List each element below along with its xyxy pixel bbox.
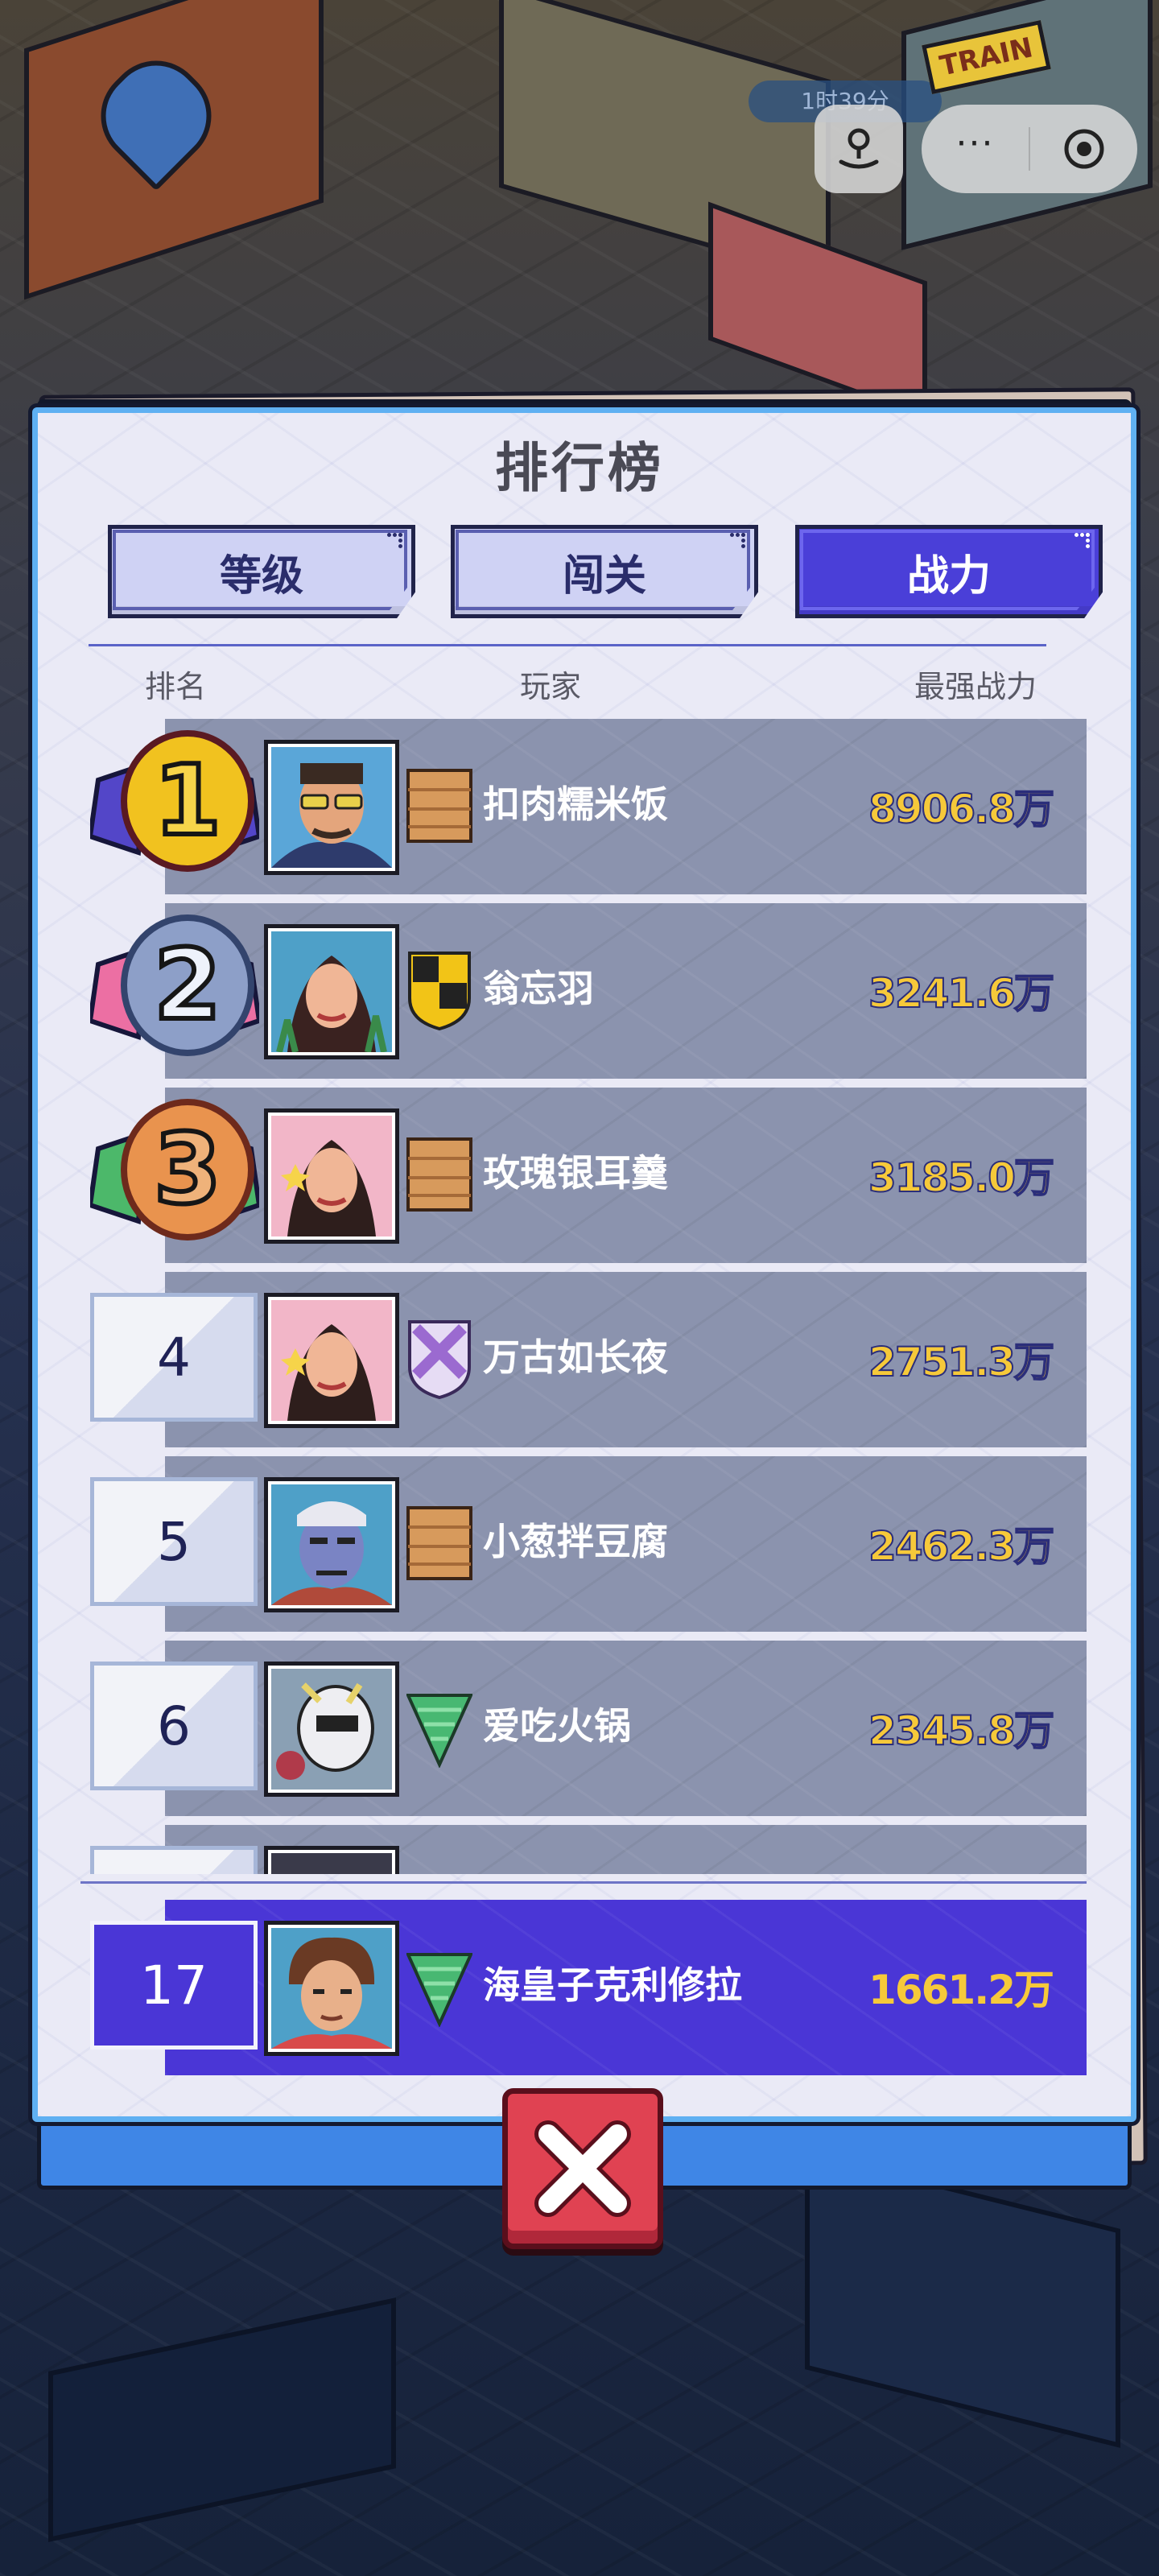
bronze-medal-icon: 3: [90, 1094, 259, 1255]
close-icon: [534, 2120, 631, 2217]
power-value: 8906.8万: [868, 785, 1055, 833]
mini-program-capsule: ···: [922, 105, 1137, 193]
player-avatar[interactable]: [264, 924, 399, 1059]
scarred-man-avatar: [271, 1484, 392, 1605]
robot-head-avatar: [271, 1669, 392, 1790]
curly-hair-man-avatar: [271, 1928, 392, 2049]
player-avatar[interactable]: [264, 740, 399, 875]
wood-plank-icon: [406, 1137, 472, 1212]
power-value: 2462.3万: [868, 1522, 1055, 1571]
tab-label: 战力: [906, 551, 991, 601]
column-header-rank: 排名: [145, 669, 207, 704]
my-power-value: 1661.2万: [868, 1967, 1054, 2013]
rank-number: 4: [90, 1293, 258, 1422]
my-avatar[interactable]: [264, 1921, 399, 2056]
green-triangle-icon: [406, 1694, 472, 1768]
rank-number: 6: [90, 1662, 258, 1790]
more-dots-icon: ···: [955, 123, 995, 164]
tab-label: 闯关: [562, 551, 646, 601]
green-triangle-icon: [406, 1953, 472, 2027]
tab-divider: [89, 644, 1046, 646]
power-value: 2751.3万: [868, 1338, 1055, 1386]
purple-cross-shield-icon: [408, 1320, 471, 1399]
column-header-power: 最强战力: [914, 669, 1037, 704]
tab-label: 等级: [219, 551, 303, 601]
tab-power[interactable]: 战力: [795, 525, 1103, 618]
my-rank-divider: [80, 1881, 1087, 1884]
page-title: 排行榜: [495, 437, 664, 499]
power-value: 3241.6万: [868, 969, 1055, 1018]
player-name: 万古如长夜: [483, 1335, 668, 1379]
column-header-player: 玩家: [520, 669, 582, 704]
leaderboard-row[interactable]: 6 爱吃火锅 2345.8万: [80, 1641, 1087, 1816]
joystick-button[interactable]: [815, 105, 903, 193]
woman-star-avatar: [271, 1300, 392, 1421]
rank-number: 3: [151, 1112, 223, 1228]
rank-box-partial: [90, 1846, 258, 1874]
player-avatar[interactable]: [264, 1477, 399, 1612]
wood-plank-icon: [406, 769, 472, 843]
wood-plank-icon: [406, 1506, 472, 1580]
my-rank-row[interactable]: 17 海皇子克利修拉 1661.2万: [80, 1900, 1087, 2075]
power-value: 2345.8万: [868, 1707, 1055, 1755]
silver-medal-icon: 2: [90, 910, 259, 1071]
player-name: 扣肉糯米饭: [483, 782, 668, 826]
leaderboard-row[interactable]: 2 翁忘羽 3241.6万: [80, 903, 1087, 1079]
close-program-button[interactable]: [1030, 105, 1137, 193]
close-button[interactable]: [502, 2088, 663, 2249]
building-block: [805, 2150, 1120, 2448]
leaderboard-row[interactable]: 4 万古如长夜 2751.3万: [80, 1272, 1087, 1447]
tab-level[interactable]: 等级: [108, 525, 415, 618]
gold-medal-icon: 1: [90, 725, 259, 886]
rank-number: 2: [151, 927, 223, 1044]
leaderboard-row[interactable]: 5 小葱拌豆腐 2462.3万: [80, 1456, 1087, 1632]
player-avatar[interactable]: [264, 1293, 399, 1428]
more-button[interactable]: ···: [922, 105, 1029, 193]
power-value: 3185.0万: [868, 1154, 1055, 1202]
joystick-icon: [839, 128, 879, 169]
ranking-list[interactable]: 1 扣肉糯米饭 8906.8万 2 翁忘羽 3241.6万 3 玫瑰银耳羹 31…: [80, 719, 1087, 1874]
woman-star-avatar: [271, 1116, 392, 1236]
rank-number: 1: [151, 743, 223, 860]
target-circle-icon: [1064, 129, 1103, 169]
woman-seaweed-avatar: [271, 931, 392, 1052]
yellow-checker-shield-icon: [408, 952, 471, 1030]
tab-stage[interactable]: 闯关: [451, 525, 758, 618]
sunglasses-man-avatar: [271, 747, 392, 868]
player-avatar[interactable]: [264, 1846, 399, 1874]
player-avatar[interactable]: [264, 1662, 399, 1797]
leaderboard-row[interactable]: [80, 1825, 1087, 1874]
player-name: 玫瑰银耳羹: [483, 1151, 668, 1195]
player-name: 翁忘羽: [483, 967, 594, 1010]
building-block: [48, 2297, 396, 2542]
leaderboard-row[interactable]: 3 玫瑰银耳羹 3185.0万: [80, 1088, 1087, 1263]
player-name: 小葱拌豆腐: [483, 1520, 668, 1563]
rank-number: 5: [90, 1477, 258, 1606]
leaderboard-row[interactable]: 1 扣肉糯米饭 8906.8万: [80, 719, 1087, 894]
my-player-name: 海皇子克利修拉: [483, 1963, 742, 2007]
player-avatar[interactable]: [264, 1108, 399, 1244]
player-name: 爱吃火锅: [483, 1704, 631, 1748]
my-rank-number: 17: [90, 1921, 258, 2050]
